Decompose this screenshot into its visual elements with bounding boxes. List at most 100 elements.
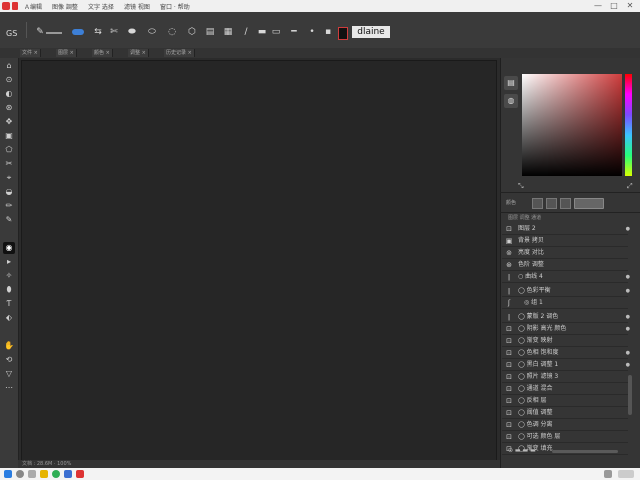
layer-row[interactable]: ⊡ ◯ 色调 分离 (502, 420, 628, 431)
layer-label: ◯ 照片 滤镜 3 (518, 373, 559, 380)
crop-icon[interactable]: ✂ (3, 158, 15, 170)
layers-scrollbar[interactable] (628, 375, 632, 415)
font-preview[interactable]: dlaine (352, 26, 390, 38)
home-icon[interactable]: ⌂ (3, 60, 15, 72)
taskview-icon[interactable] (28, 470, 36, 478)
shape-icon[interactable]: ⬖ (3, 312, 15, 324)
menu-text[interactable]: 文字 选择 (88, 2, 114, 11)
bar-icon[interactable]: ━ (288, 26, 300, 38)
tab-layer[interactable]: 图层 × (56, 49, 77, 57)
swatch-2[interactable] (546, 198, 557, 209)
footer-icons[interactable]: ⊙ ▬ ▬ ▬ (508, 447, 536, 454)
panel-icon[interactable]: ▤ (204, 26, 216, 38)
square-icon[interactable]: ▪ (322, 26, 334, 38)
layer-label: ◎ 组 1 (524, 299, 543, 306)
layer-row[interactable]: ʃ ◎ 组 1 (502, 298, 628, 309)
layer-row[interactable]: ⊡ ◯ 渐变 映射 (502, 336, 628, 347)
clone-stamp-icon[interactable]: ◉ (3, 242, 15, 254)
half-circle-icon[interactable]: ◐ (3, 88, 15, 100)
hand-icon[interactable]: ✋ (3, 340, 15, 352)
footer-slider[interactable] (552, 450, 618, 453)
layer-row[interactable]: ⊛ 色阶 调整 (502, 260, 628, 271)
expand-icon[interactable]: ⤢ (627, 182, 633, 191)
layer-thumb-icon: ǀ (507, 313, 511, 321)
move-icon[interactable]: ✥ (3, 116, 15, 128)
polygon-icon[interactable]: ⬡ (186, 26, 198, 38)
pencil-icon[interactable]: ✎ (3, 214, 15, 226)
eraser-tool-icon[interactable]: ✧ (3, 270, 15, 282)
color-chip[interactable] (338, 27, 348, 40)
start-icon[interactable] (4, 470, 12, 478)
eyedropper-icon[interactable]: ⌖ (3, 172, 15, 184)
text-icon[interactable]: Ƭ (3, 298, 15, 310)
dot-icon[interactable]: • (306, 26, 318, 38)
menu-filter[interactable]: 滤镜 视图 (124, 2, 150, 11)
gear-icon[interactable]: ⊛ (3, 102, 15, 114)
marquee-icon[interactable]: ▣ (3, 130, 15, 142)
menu-window[interactable]: 窗口 · 帮助 (160, 2, 190, 11)
maximize-button[interactable]: □ (608, 1, 620, 11)
layers-list: ⊡ 图层 2 ● ▣ 背景 拷贝 ⊚ 亮度 对比 ⊛ 色阶 调整 ǀ ○ 曲线 4 ● ǀ ◯ … (502, 224, 638, 460)
color-picker-field[interactable] (522, 74, 622, 176)
heal-icon[interactable]: ◒ (3, 186, 15, 198)
frame-icon[interactable]: ▭ (270, 26, 282, 38)
tab-file[interactable]: 文件 × (20, 49, 41, 57)
line-icon[interactable]: ∕ (240, 26, 252, 38)
tab-color[interactable]: 颜色 × (92, 49, 113, 57)
layer-row[interactable]: ǀ ○ 曲线 4 ● (502, 272, 630, 283)
target-icon[interactable]: ⊙ (3, 74, 15, 86)
blue-brush-icon[interactable] (72, 29, 84, 35)
more-icon[interactable]: ⋯ (3, 382, 15, 394)
brush-tool-icon[interactable]: ✏ (3, 200, 15, 212)
tab-history[interactable]: 历史记录 × (164, 49, 195, 57)
color-wheel-icon[interactable]: ◍ (504, 94, 518, 108)
canvas-area[interactable] (21, 60, 497, 462)
minimize-button[interactable]: — (592, 1, 604, 11)
lasso-icon[interactable]: ⬠ (3, 144, 15, 156)
layer-row[interactable]: ǀ ◯ 色彩平衡 ● (502, 286, 630, 297)
explorer-icon[interactable] (40, 470, 48, 478)
swap-icon[interactable]: ⇆ (92, 26, 104, 38)
hue-slider[interactable] (625, 74, 632, 176)
layer-row[interactable]: ǀ ◯ 蒙版 2 调色 ● (502, 312, 630, 323)
layer-row[interactable]: ⊡ 图层 2 ● (502, 224, 630, 235)
swatch-1[interactable] (532, 198, 543, 209)
rotate-icon[interactable]: ⟲ (3, 354, 15, 366)
layer-row[interactable]: ⊡ ◯ 通道 混合 (502, 384, 628, 395)
brush-icon[interactable]: ✎ (34, 26, 46, 38)
swatch-3[interactable] (560, 198, 571, 209)
layer-row[interactable]: ⊡ ◯ 照片 滤镜 3 (502, 372, 628, 383)
layer-row[interactable]: ⊡ ◯ 色相 饱和度 ● (502, 348, 630, 359)
layer-row[interactable]: ⊡ ◯ 阴影 高光 颜色 ● (502, 324, 630, 335)
rect-icon[interactable]: ▬ (256, 26, 268, 38)
layer-row[interactable]: ⊡ ◯ 可选 颜色 层 (502, 432, 628, 443)
eyedropper-small-icon[interactable]: ⤡ (518, 182, 524, 191)
layer-row[interactable]: ⊡ ◯ 黑白 调整 1 ● (502, 360, 630, 371)
grid-icon[interactable]: ▦ (222, 26, 234, 38)
layer-row[interactable]: ⊡ ◯ 阈值 调整 (502, 408, 628, 419)
down-arrow-icon[interactable]: ▽ (3, 368, 15, 380)
browser-icon[interactable] (52, 470, 60, 478)
preset-label[interactable]: GS (6, 29, 17, 38)
close-button[interactable]: ✕ (624, 1, 636, 11)
loop-icon[interactable]: ◌ (166, 26, 178, 38)
gradient-icon[interactable]: ⬮ (3, 284, 15, 296)
layer-row[interactable]: ⊡ ◯ 反相 层 (502, 396, 628, 407)
blob-icon[interactable]: ⬬ (126, 26, 138, 38)
layers-panel-icon[interactable]: ▤ (504, 76, 518, 90)
app-taskbar-icon[interactable] (64, 470, 72, 478)
swatch-wide[interactable] (574, 198, 604, 209)
layer-row[interactable]: ▣ 背景 拷贝 (502, 236, 628, 247)
status-bar: 文档 : 28.6M · 100% (18, 460, 500, 468)
tab-adjust[interactable]: 调整 × (128, 49, 149, 57)
tray-icon[interactable] (604, 470, 612, 478)
search-icon[interactable] (16, 470, 24, 478)
eraser-icon[interactable]: ⬭ (146, 26, 158, 38)
history-brush-icon[interactable]: ▸ (3, 256, 15, 268)
app-icon (2, 2, 10, 10)
scissors-icon[interactable]: ✄ (108, 26, 120, 38)
menu-edit[interactable]: Ａ编辑 (24, 2, 42, 11)
menu-image[interactable]: 图像 調整 (52, 2, 78, 11)
editor-taskbar-icon[interactable] (76, 470, 84, 478)
layer-row[interactable]: ⊚ 亮度 对比 (502, 248, 628, 259)
